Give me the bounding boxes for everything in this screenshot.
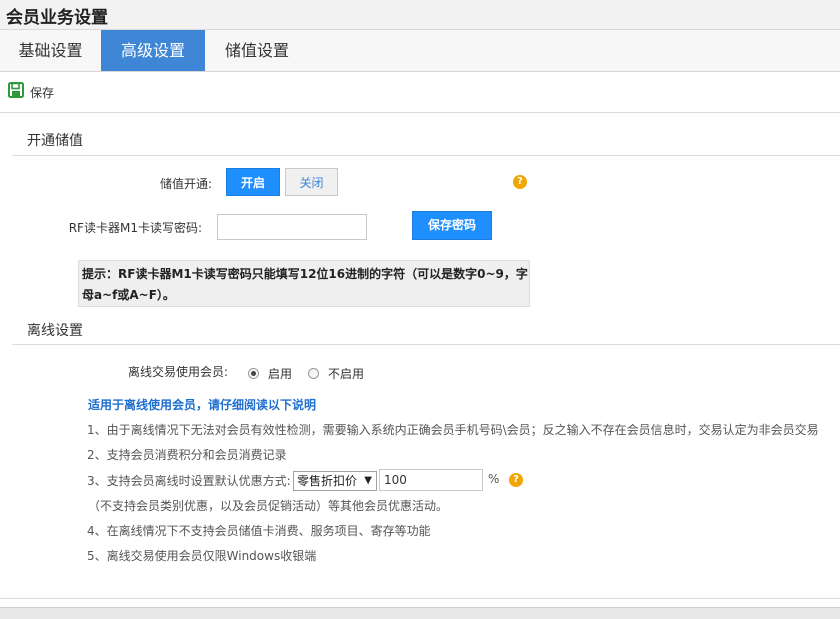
- discount-method-select[interactable]: 零售折扣价 ▼: [293, 471, 377, 491]
- offline-note-1: 1、由于离线情况下无法对会员有效性检测，需要输入系统内正确会员手机号码\会员；反…: [87, 423, 819, 437]
- radio-circle-checked: [248, 368, 259, 379]
- window-titlebar: 会员业务设置: [0, 0, 840, 30]
- section-divider: [12, 344, 840, 345]
- footer-divider: [0, 598, 840, 599]
- disable-stored-value-button[interactable]: 关闭: [285, 168, 338, 196]
- offline-note-5: 5、离线交易使用会员仅限Windows收银端: [87, 549, 317, 563]
- tab-stored-value-settings[interactable]: 储值设置: [205, 30, 309, 71]
- help-icon[interactable]: ?: [509, 473, 523, 487]
- save-button[interactable]: 保存: [8, 82, 54, 102]
- radio-circle: [308, 368, 319, 379]
- stored-value-open-label: 储值开通:: [159, 177, 212, 191]
- floppy-disk-icon: [8, 82, 24, 102]
- tab-advanced-settings[interactable]: 高级设置: [101, 30, 205, 71]
- toolbar: 保存: [0, 72, 840, 113]
- radio-label-disable: 不启用: [328, 367, 365, 381]
- radio-label-enable: 启用: [268, 367, 293, 381]
- section-title-offline: 离线设置: [27, 323, 83, 339]
- tab-basic-settings[interactable]: 基础设置: [0, 30, 101, 71]
- rf-password-tip: 提示：RF读卡器M1卡读写密码只能填写12位16进制的字符（可以是数字0~9，字…: [78, 260, 530, 307]
- help-icon[interactable]: ?: [513, 175, 527, 189]
- radio-offline-disable[interactable]: 不启用: [308, 365, 364, 382]
- rf-password-label: RF读卡器M1卡读写密码:: [68, 221, 202, 235]
- discount-value-input[interactable]: [379, 469, 483, 491]
- offline-note-4: 4、在离线情况下不支持会员储值卡消费、服务项目、寄存等功能: [87, 524, 431, 538]
- section-divider: [12, 155, 840, 156]
- horizontal-scrollbar[interactable]: [0, 607, 840, 619]
- enable-stored-value-button[interactable]: 开启: [226, 168, 280, 196]
- offline-member-label: 离线交易使用会员:: [127, 365, 228, 379]
- offline-note-3: 3、支持会员离线时设置默认优惠方式:: [87, 474, 291, 488]
- discount-method-value: 零售折扣价: [297, 474, 358, 488]
- offline-notes-title: 适用于离线使用会员，请仔细阅读以下说明: [88, 398, 317, 412]
- rf-password-input[interactable]: [217, 214, 367, 240]
- save-button-label: 保存: [30, 85, 55, 100]
- tab-bar: 基础设置 高级设置 储值设置: [0, 30, 840, 72]
- percent-unit: %: [488, 472, 500, 486]
- offline-note-3-sub: （不支持会员类别优惠，以及会员促销活动）等其他会员优惠活动。: [88, 499, 449, 513]
- radio-offline-enable[interactable]: 启用: [248, 365, 292, 382]
- chevron-down-icon: ▼: [364, 475, 372, 486]
- save-password-button[interactable]: 保存密码: [412, 211, 492, 240]
- page-title: 会员业务设置: [6, 8, 108, 28]
- section-title-stored-value: 开通储值: [27, 133, 83, 149]
- offline-note-2: 2、支持会员消费积分和会员消费记录: [87, 448, 287, 462]
